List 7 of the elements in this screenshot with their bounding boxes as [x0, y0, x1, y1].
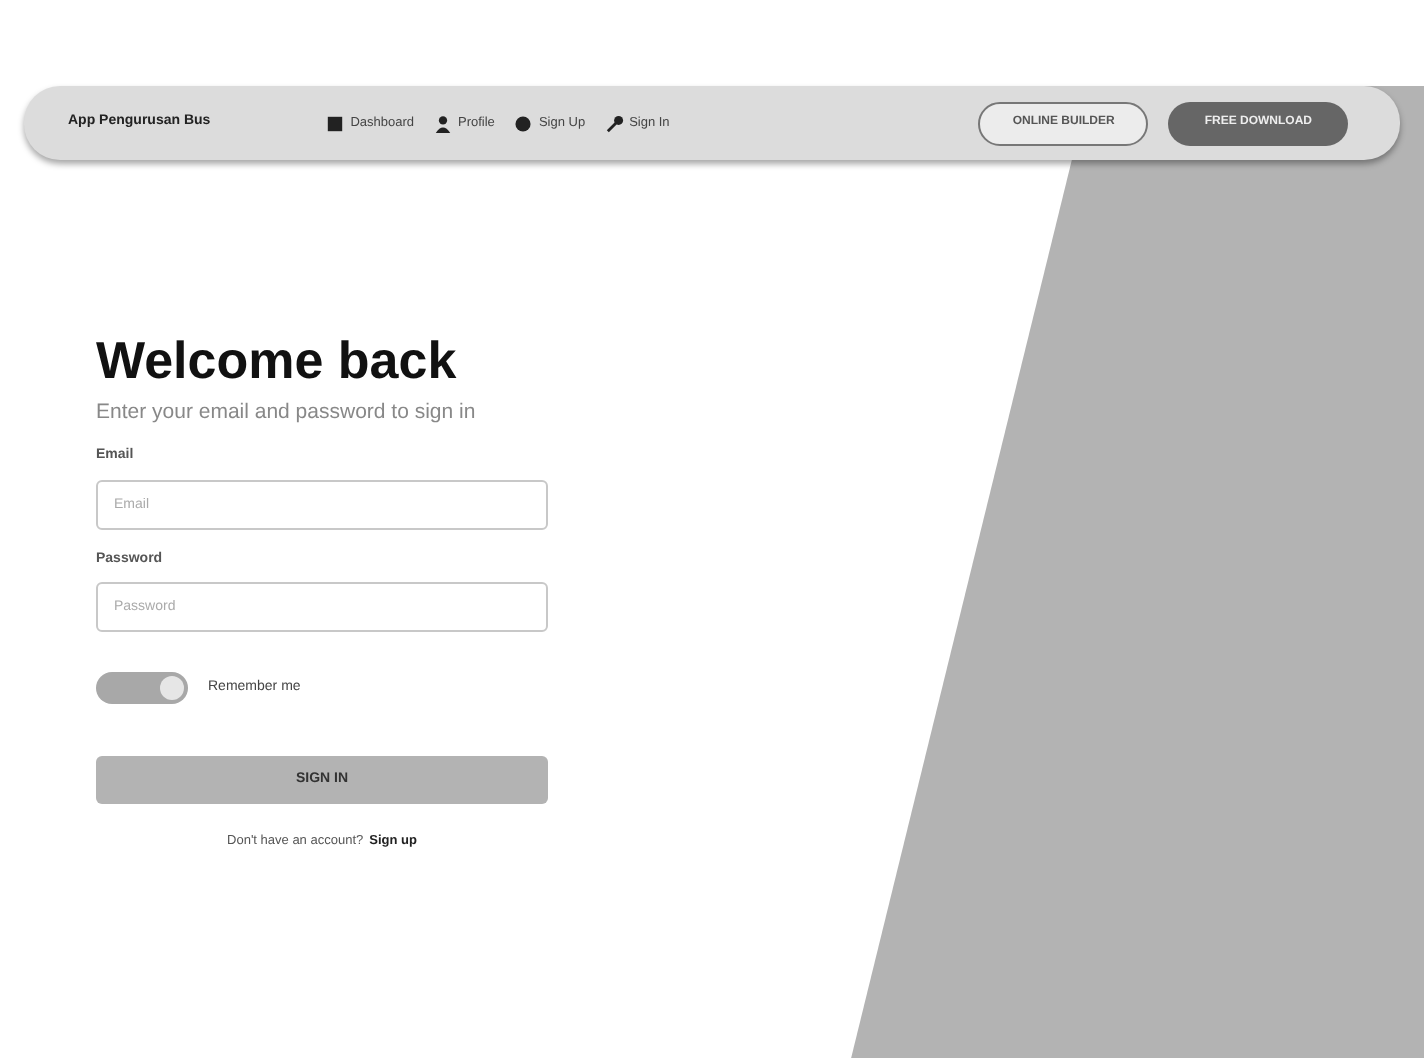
remember-toggle[interactable] — [96, 672, 188, 704]
person-icon — [434, 113, 452, 133]
circle-icon — [514, 113, 533, 133]
key-icon — [605, 113, 624, 133]
subtitle: Enter your email and password to sign in — [96, 398, 478, 426]
grid-icon — [326, 113, 345, 133]
page-title: Welcome back — [96, 334, 459, 386]
